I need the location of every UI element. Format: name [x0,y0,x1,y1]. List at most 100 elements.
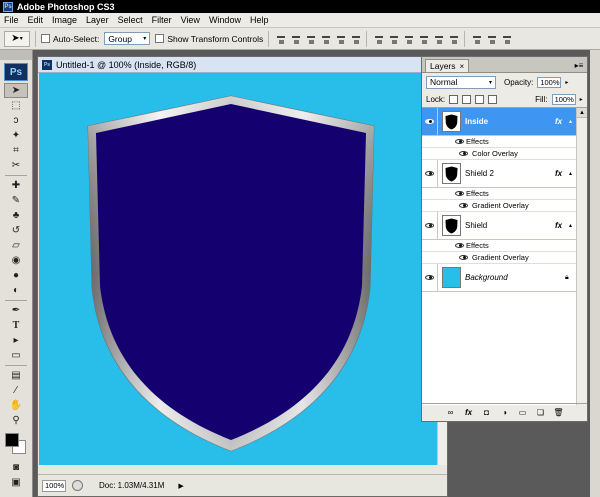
checkbox-box[interactable] [41,34,50,43]
new-group-icon[interactable]: ▭ [517,407,528,418]
layer-name[interactable]: Shield 2 [465,169,555,178]
add-mask-icon[interactable]: ◘ [481,407,492,418]
opacity-field[interactable]: 100% [537,76,562,88]
canvas[interactable] [39,73,437,465]
panel-grip[interactable] [0,50,32,60]
visibility-eye-icon[interactable] [422,212,438,239]
quick-mask-icon[interactable]: ◙ [4,460,28,475]
fx-icon[interactable]: fx [555,169,569,178]
effects-row[interactable]: Effects [422,188,577,200]
layer-row-shield-2[interactable]: Shield 2 fx ▴ [422,160,577,188]
lock-position-icon[interactable] [475,94,485,104]
color-swatches[interactable] [4,432,28,456]
menu-filter[interactable]: Filter [152,15,172,25]
layers-scrollbar[interactable]: ▲ [576,108,587,405]
clone-stamp-tool-icon[interactable]: ♣ [4,208,28,223]
lock-all-icon[interactable] [488,94,498,104]
document-title-bar[interactable]: Ps Untitled-1 @ 100% (Inside, RGB/8) [38,57,447,73]
shape-tool-icon[interactable]: ▭ [4,348,28,363]
opacity-slider-icon[interactable]: ▸ [565,79,568,86]
history-brush-tool-icon[interactable]: ↺ [4,223,28,238]
effect-eye-icon[interactable] [459,203,468,208]
blend-mode-dropdown[interactable]: Normal ▾ [426,75,496,89]
effects-row[interactable]: Effects [422,136,577,148]
delete-layer-icon[interactable]: 🗑︎ [553,407,564,418]
foreground-color[interactable] [5,433,19,447]
panel-menu-icon[interactable]: ▸≡ [573,59,585,71]
close-icon[interactable]: × [460,62,465,71]
effect-eye-icon[interactable] [459,255,468,260]
align-right-icon[interactable] [349,33,361,45]
slice-tool-icon[interactable]: ✂ [4,158,28,173]
menu-help[interactable]: Help [250,15,269,25]
layer-row-background[interactable]: Background 🔒︎ [422,264,577,292]
visibility-eye-icon[interactable] [422,108,438,135]
layer-name[interactable]: Shield [465,221,555,230]
new-layer-icon[interactable]: ❏ [535,407,546,418]
distribute-extra-1-icon[interactable] [470,33,482,45]
effect-eye-icon[interactable] [459,151,468,156]
menu-layer[interactable]: Layer [86,15,109,25]
menu-view[interactable]: View [181,15,200,25]
healing-brush-tool-icon[interactable]: ✚ [4,178,28,193]
align-left-icon[interactable] [319,33,331,45]
magic-wand-tool-icon[interactable]: ✦ [4,128,28,143]
auto-select-checkbox[interactable]: Auto-Select: [41,34,99,44]
show-transform-checkbox[interactable]: Show Transform Controls [155,34,263,44]
align-hcenter-icon[interactable] [334,33,346,45]
scroll-up-icon[interactable]: ▲ [577,108,587,118]
zoom-tool-icon[interactable]: ⚲ [4,413,28,428]
checkbox-box[interactable] [155,34,165,43]
fx-icon[interactable]: fx [555,221,569,230]
eraser-tool-icon[interactable]: ▱ [4,238,28,253]
paint-bucket-tool-icon[interactable]: ◉ [4,253,28,268]
effect-item[interactable]: Color Overlay [422,148,577,160]
align-top-icon[interactable] [274,33,286,45]
menu-window[interactable]: Window [209,15,241,25]
hand-tool-icon[interactable]: ✋ [4,398,28,413]
effect-eye-icon[interactable] [455,139,464,144]
fill-field[interactable]: 100% [551,93,576,105]
brush-tool-icon[interactable]: ✎ [4,193,28,208]
layer-row-inside[interactable]: Inside fx ▴ [422,108,577,136]
dodge-tool-icon[interactable]: ◐ [4,283,28,298]
status-arrow-icon[interactable]: ▶ [178,482,183,490]
menu-file[interactable]: File [4,15,19,25]
lock-transparent-icon[interactable] [449,94,459,104]
visibility-eye-icon[interactable] [422,264,438,291]
effect-item[interactable]: Gradient Overlay [422,200,577,212]
layer-row-shield[interactable]: Shield fx ▴ [422,212,577,240]
distribute-extra-2-icon[interactable] [485,33,497,45]
distribute-vcenter-icon[interactable] [387,33,399,45]
menu-image[interactable]: Image [52,15,77,25]
fx-icon[interactable]: fx [555,117,569,126]
effect-item[interactable]: Gradient Overlay [422,252,577,264]
effect-eye-icon[interactable] [455,243,464,248]
add-style-icon[interactable]: fx [463,407,474,418]
blur-tool-icon[interactable]: ● [4,268,28,283]
auto-select-dropdown[interactable]: Group ▾ [104,32,151,45]
layer-name[interactable]: Inside [465,117,555,126]
type-tool-icon[interactable]: T [4,318,28,333]
screen-mode-icon[interactable]: ▣ [4,475,28,490]
zoom-level-field[interactable]: 100% [42,479,66,492]
visibility-eye-icon[interactable] [422,160,438,187]
path-selection-tool-icon[interactable]: ▸ [4,333,28,348]
adjustment-layer-icon[interactable]: ◑ [499,407,510,418]
notes-tool-icon[interactable]: ▤ [4,368,28,383]
effects-row[interactable]: Effects [422,240,577,252]
link-layers-icon[interactable]: ∞ [445,407,456,418]
crop-tool-icon[interactable]: ⌗ [4,143,28,158]
lock-image-icon[interactable] [462,94,472,104]
layer-name[interactable]: Background [465,273,565,282]
distribute-right-icon[interactable] [447,33,459,45]
tool-preset-picker[interactable]: ➤ ▾ [4,30,30,47]
distribute-top-icon[interactable] [372,33,384,45]
fill-slider-icon[interactable]: ▸ [580,96,583,103]
distribute-extra-3-icon[interactable] [500,33,512,45]
tab-layers[interactable]: Layers × [425,59,470,72]
lasso-tool-icon[interactable]: ↄ [4,113,28,128]
menu-select[interactable]: Select [118,15,143,25]
distribute-bottom-icon[interactable] [402,33,414,45]
status-menu-icon[interactable] [72,480,83,491]
